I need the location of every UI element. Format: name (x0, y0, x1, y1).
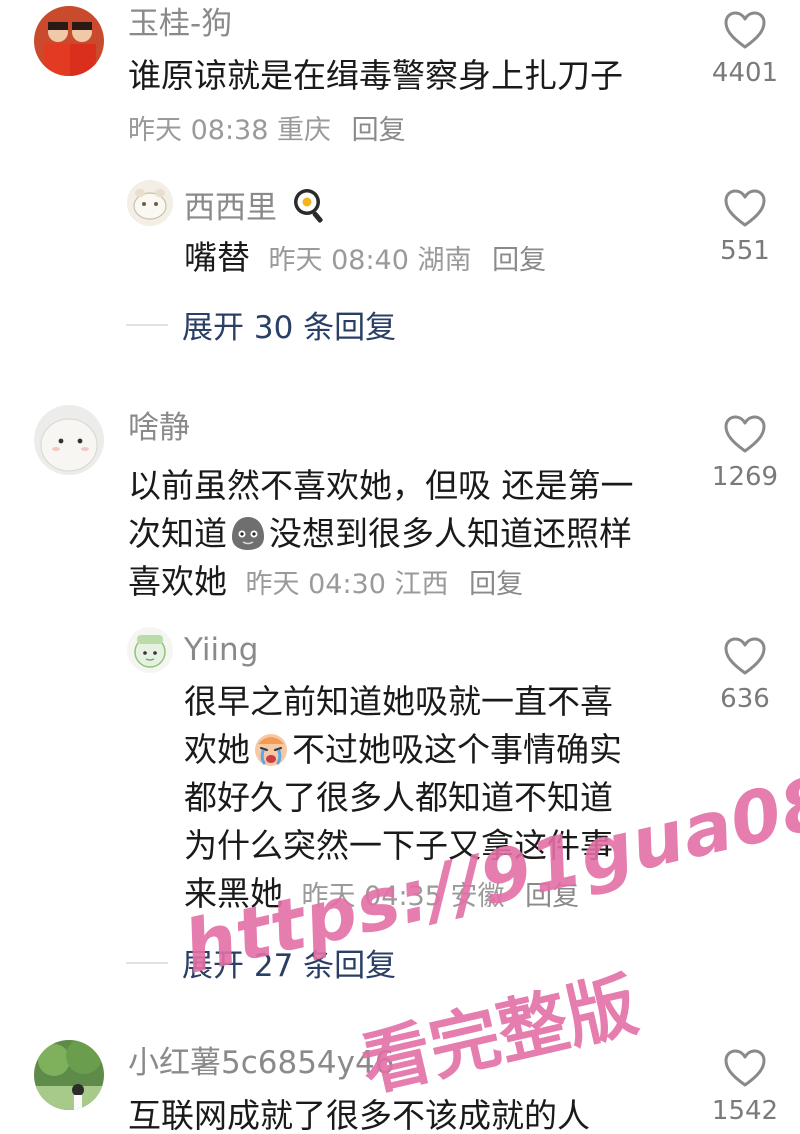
comment-time: 昨天 08:38 (128, 115, 269, 146)
like-count: 636 (720, 684, 770, 714)
comment-text: 嘴替 昨天 08:40 湖南 回复 (184, 238, 547, 277)
comment-location: 湖南 (417, 245, 472, 276)
avatar[interactable] (34, 6, 104, 76)
reply-button[interactable]: 回复 (492, 245, 546, 276)
username[interactable]: 西西里 (184, 186, 329, 226)
heart-outline-icon (724, 189, 766, 227)
heart-outline-icon (724, 415, 766, 453)
comment-location: 安徽 (450, 881, 505, 912)
comment-text: 很早之前知道她吸就一直不喜 欢她 不过她吸这个事情确实 都好久了很多人都知道不知道… (184, 682, 622, 913)
username[interactable]: Yiing (184, 632, 258, 668)
like-button[interactable]: 1542 (705, 1048, 785, 1126)
avatar[interactable] (34, 405, 104, 475)
reply-button[interactable]: 回复 (352, 115, 406, 146)
like-count: 1269 (711, 462, 779, 492)
comment-text: 以前虽然不喜欢她，但吸 还是第一 次知道 没想到很多人知道还照样 喜欢她 昨天 0… (128, 466, 634, 601)
comment-location: 重庆 (277, 115, 331, 146)
comment-meta: 昨天 08:38 重庆 回复 (128, 114, 406, 148)
grey-blob-face-icon (232, 517, 264, 550)
comment-text: 互联网成就了很多不该成就的人 (128, 1096, 590, 1134)
expand-replies-label[interactable]: 展开 30 条回复 (182, 302, 396, 347)
like-count: 551 (720, 236, 770, 266)
divider (126, 323, 168, 326)
reply-button[interactable]: 回复 (525, 881, 579, 912)
like-button[interactable]: 1269 (705, 414, 785, 492)
like-count: 1542 (711, 1096, 779, 1126)
heart-outline-icon (724, 11, 766, 49)
like-button[interactable]: 551 (705, 188, 785, 266)
like-button[interactable]: 636 (705, 636, 785, 714)
expand-replies-button[interactable]: 展开 30 条回复 (126, 302, 396, 347)
comment-text: 谁原谅就是在缉毒警察身上扎刀子 (128, 56, 623, 95)
username[interactable]: 小红薯5c6854y46 (128, 1045, 394, 1081)
heart-outline-icon (724, 637, 766, 675)
frying-pan-egg-icon (293, 189, 323, 223)
username[interactable]: 啥静 (128, 410, 190, 446)
divider (126, 961, 168, 964)
comment-time: 昨天 04:35 (301, 881, 442, 912)
avatar[interactable] (34, 1040, 104, 1110)
expand-replies-button[interactable]: 展开 27 条回复 (126, 940, 396, 985)
like-button[interactable]: 4401 (705, 10, 785, 88)
username[interactable]: 玉桂-狗 (128, 6, 232, 42)
reply-button[interactable]: 回复 (469, 569, 523, 600)
avatar[interactable] (127, 180, 173, 226)
avatar[interactable] (127, 627, 173, 673)
like-count: 4401 (711, 58, 779, 88)
comment-time: 昨天 04:30 (245, 569, 386, 600)
expand-replies-label[interactable]: 展开 27 条回复 (182, 940, 396, 985)
comment-time: 昨天 08:40 (268, 245, 409, 276)
heart-outline-icon (724, 1049, 766, 1087)
comment-location: 江西 (394, 569, 449, 600)
crying-face-icon (255, 734, 287, 766)
